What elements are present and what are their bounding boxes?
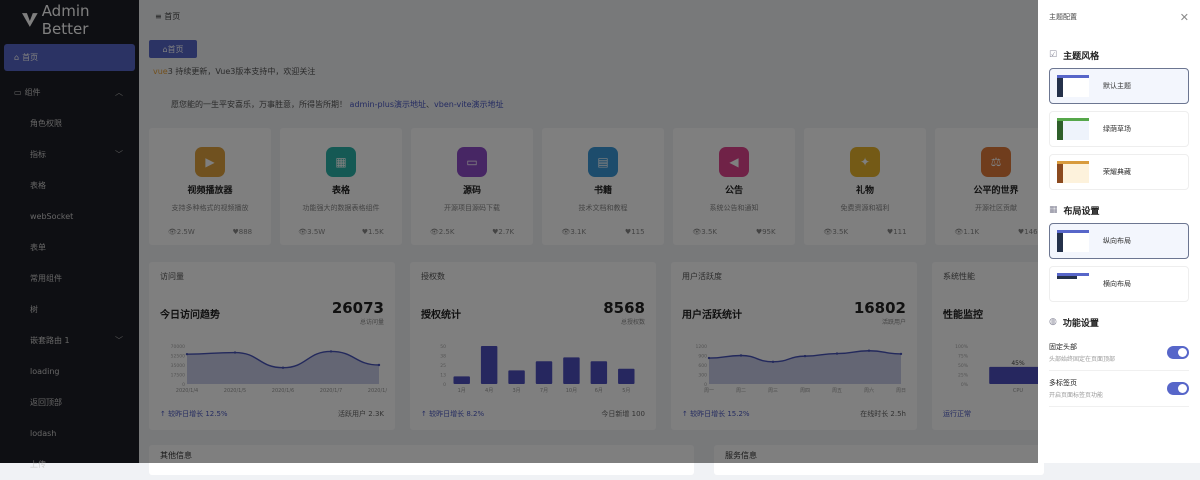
feature-setting-row: 固定头部 头部始终固定在页面顶部 [1049, 335, 1189, 371]
grid-icon: ▦ [1049, 205, 1058, 215]
theme-option[interactable]: 默认主题 [1049, 68, 1189, 104]
palette-icon: ☑ [1049, 50, 1058, 60]
theme-preview [1057, 161, 1089, 183]
theme-preview [1057, 118, 1089, 140]
layout-preview [1057, 230, 1089, 252]
close-icon[interactable]: ✕ [1180, 11, 1189, 24]
toggle-switch[interactable] [1167, 346, 1189, 359]
theme-preview [1057, 75, 1089, 97]
theme-option[interactable]: 绿荫草场 [1049, 111, 1189, 147]
theme-option[interactable]: 荣耀典藏 [1049, 154, 1189, 190]
layout-preview [1057, 273, 1089, 295]
drawer-backdrop[interactable] [0, 0, 1038, 463]
layout-option[interactable]: 纵向布局 [1049, 223, 1189, 259]
feature-setting-row: 多标签页 开启页面标签页功能 [1049, 371, 1189, 407]
settings-icon: ◍ [1049, 317, 1057, 327]
layout-option[interactable]: 横向布局 [1049, 266, 1189, 302]
drawer-title: 主题配置 [1049, 13, 1077, 21]
toggle-switch[interactable] [1167, 382, 1189, 395]
theme-drawer: 主题配置 ✕ ☑ 主题风格 默认主题 绿荫草场 荣耀典藏 ▦ 布局设置 纵向布局 横向布局 … [1038, 0, 1200, 463]
